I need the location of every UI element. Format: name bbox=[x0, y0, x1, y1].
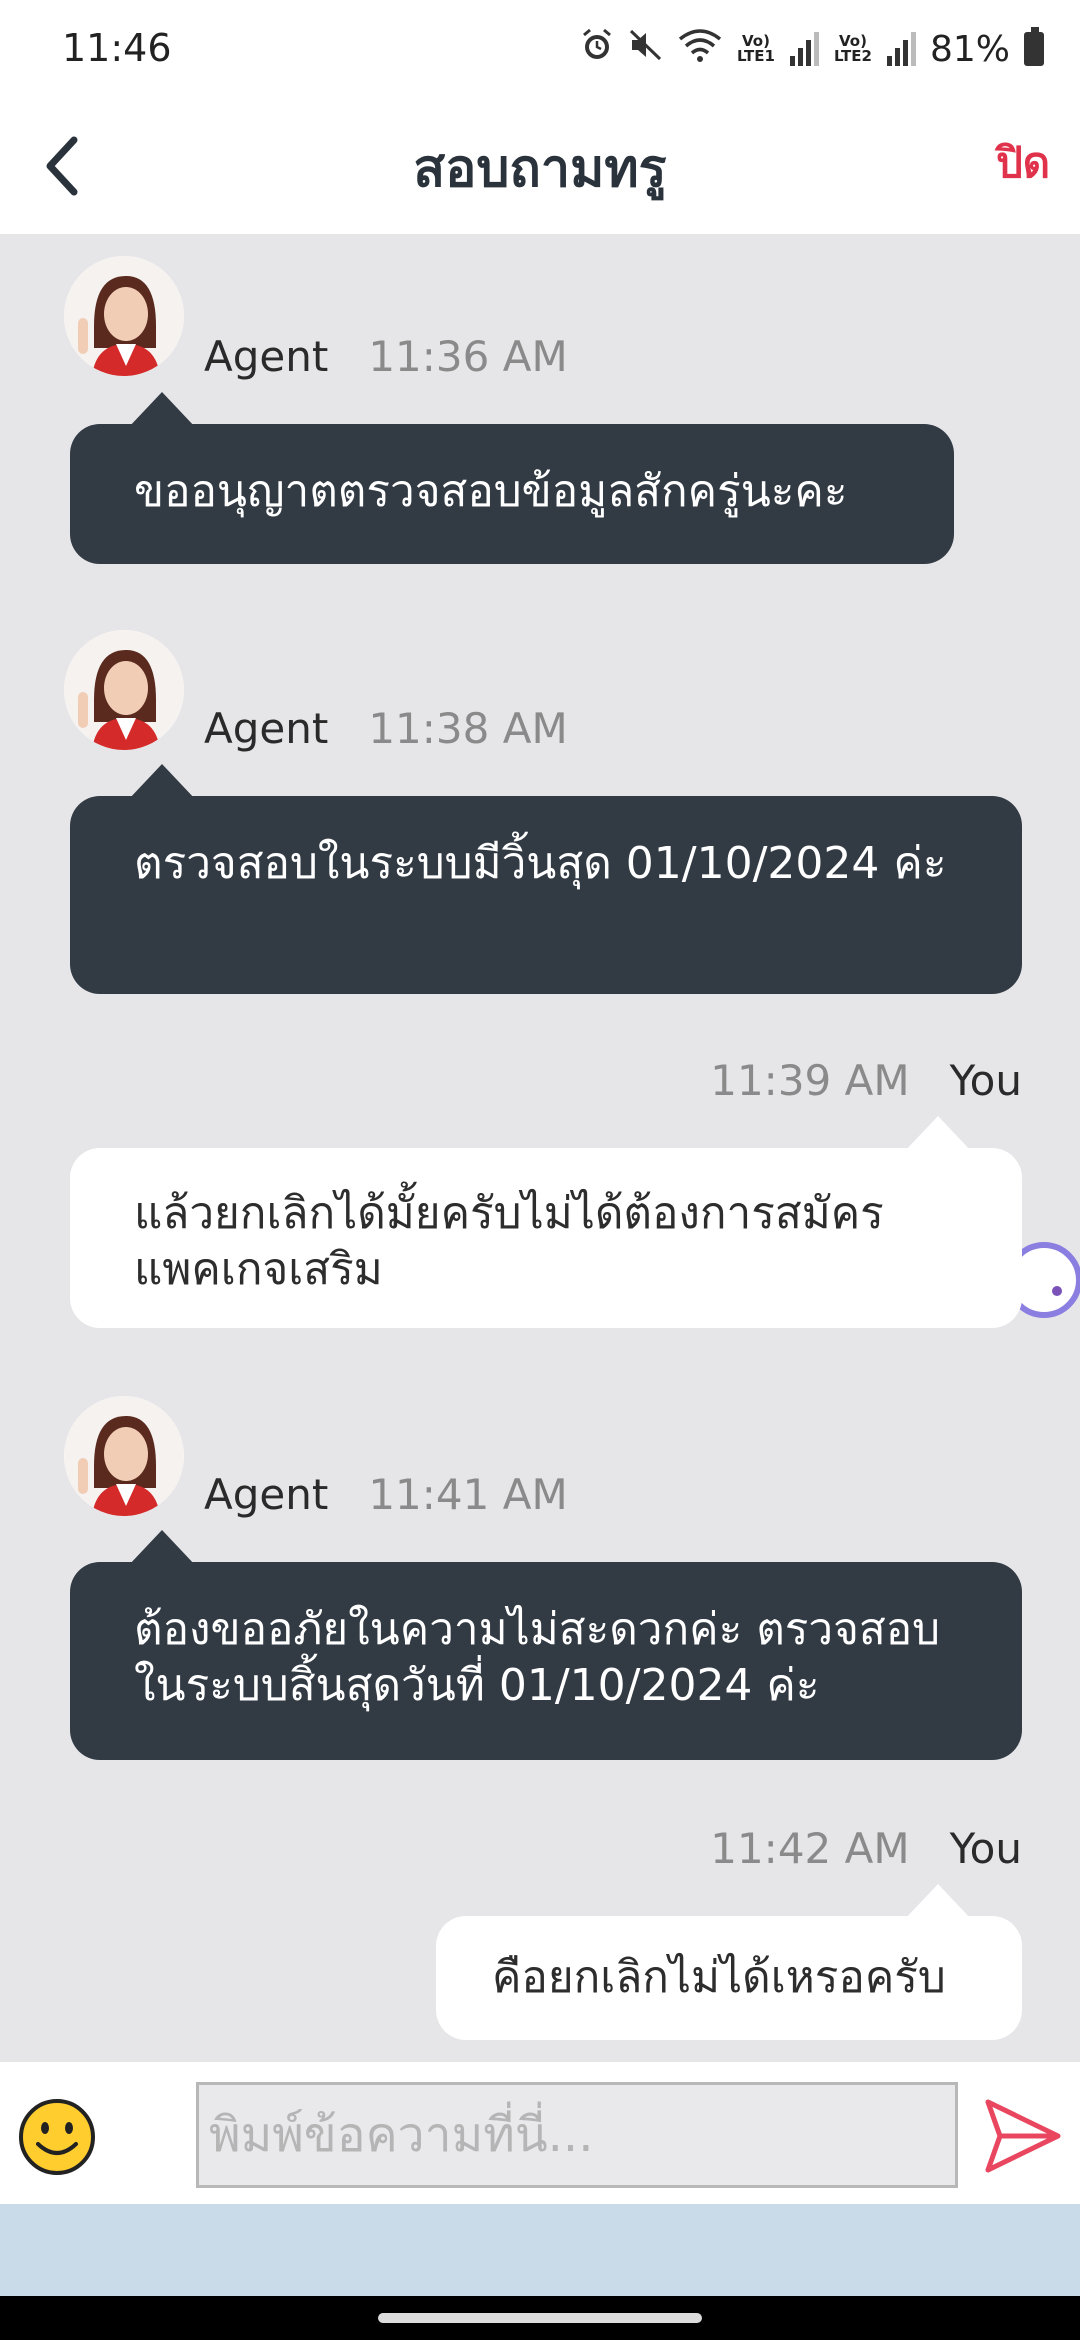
bubble-tail bbox=[128, 764, 196, 800]
message-text: แล้วยกเลิกได้มั้ยครับไม่ได้ต้องการสมัคร … bbox=[134, 1188, 884, 1295]
send-button[interactable] bbox=[984, 2096, 1062, 2176]
close-button[interactable]: ปิด bbox=[996, 130, 1050, 196]
signal-1-icon bbox=[789, 32, 819, 66]
smiley-icon bbox=[19, 2099, 95, 2175]
signal-2-icon bbox=[886, 32, 916, 66]
battery-icon bbox=[1024, 27, 1044, 66]
paper-plane-icon bbox=[985, 2099, 1061, 2173]
sender-name: Agent bbox=[204, 1470, 329, 1519]
status-icons: Vo) LTE1 Vo) LTE2 81% bbox=[580, 24, 1044, 74]
agent-message-bubble: ขออนุญาตตรวจสอบข้อมูลสักครู่นะคะ bbox=[70, 424, 954, 564]
agent-message-bubble: ต้องขออภัยในความไม่สะดวกค่ะ ตรวจสอบในระบ… bbox=[70, 1562, 1022, 1760]
wifi-icon bbox=[678, 27, 722, 72]
message-meta: 11:42 AM You bbox=[710, 1824, 1022, 1873]
user-message-bubble: คือยกเลิกไม่ได้เหรอครับ bbox=[436, 1916, 1022, 2040]
bottom-banner bbox=[0, 2204, 1080, 2296]
emoji-button[interactable] bbox=[18, 2098, 96, 2176]
sender-name: Agent bbox=[204, 704, 329, 753]
message-text: ขออนุญาตตรวจสอบข้อมูลสักครู่นะคะ bbox=[134, 466, 848, 517]
message-meta: 11:39 AM You bbox=[710, 1056, 1022, 1105]
bubble-tail bbox=[904, 1116, 972, 1152]
sim1-lte-label: Vo) LTE1 bbox=[736, 32, 775, 65]
system-nav-bar bbox=[0, 2296, 1080, 2340]
agent-avatar bbox=[64, 630, 184, 750]
message-meta: Agent 11:41 AM bbox=[204, 1470, 568, 1519]
agent-message-bubble: ตรวจสอบในระบบมีวิ้นสุด 01/10/2024 ค่ะ bbox=[70, 796, 1022, 994]
alarm-icon bbox=[580, 28, 614, 71]
message-text: ตรวจสอบในระบบมีวิ้นสุด 01/10/2024 ค่ะ bbox=[134, 838, 947, 889]
message-text: คือยกเลิกไม่ได้เหรอครับ bbox=[492, 1952, 946, 2003]
mute-icon bbox=[628, 28, 664, 71]
chat-area[interactable]: Agent 11:36 AM ขออนุญาตตรวจสอบข้อมูลสักคร… bbox=[0, 234, 1080, 2062]
sim2-lte-label: Vo) LTE2 bbox=[833, 32, 872, 65]
agent-avatar bbox=[64, 1396, 184, 1516]
home-indicator[interactable] bbox=[378, 2313, 702, 2323]
status-time: 11:46 bbox=[62, 26, 172, 70]
agent-avatar bbox=[64, 256, 184, 376]
message-meta: Agent 11:36 AM bbox=[204, 332, 568, 381]
sender-name: Agent bbox=[204, 332, 329, 381]
chat-header: สอบถามทรู ปิด bbox=[0, 100, 1080, 234]
sender-name: You bbox=[949, 1056, 1022, 1105]
message-text: ต้องขออภัยในความไม่สะดวกค่ะ ตรวจสอบในระบ… bbox=[134, 1604, 941, 1711]
bubble-tail bbox=[904, 1884, 972, 1920]
message-meta: Agent 11:38 AM bbox=[204, 704, 568, 753]
battery-percent: 81% bbox=[929, 28, 1010, 70]
bubble-tail bbox=[128, 392, 196, 428]
bubble-tail bbox=[128, 1530, 196, 1566]
page-title: สอบถามทรู bbox=[413, 139, 667, 199]
message-input[interactable] bbox=[196, 2082, 958, 2188]
message-composer bbox=[0, 2062, 1080, 2204]
message-time: 11:41 AM bbox=[368, 1470, 568, 1519]
status-bar: 11:46 Vo) LTE1 Vo) LTE2 81% bbox=[0, 0, 1080, 100]
user-message-bubble: แล้วยกเลิกได้มั้ยครับไม่ได้ต้องการสมัคร … bbox=[70, 1148, 1022, 1328]
message-time: 11:38 AM bbox=[368, 704, 568, 753]
message-time: 11:42 AM bbox=[710, 1824, 910, 1873]
message-time: 11:39 AM bbox=[710, 1056, 910, 1105]
message-time: 11:36 AM bbox=[368, 332, 568, 381]
sender-name: You bbox=[949, 1824, 1022, 1873]
